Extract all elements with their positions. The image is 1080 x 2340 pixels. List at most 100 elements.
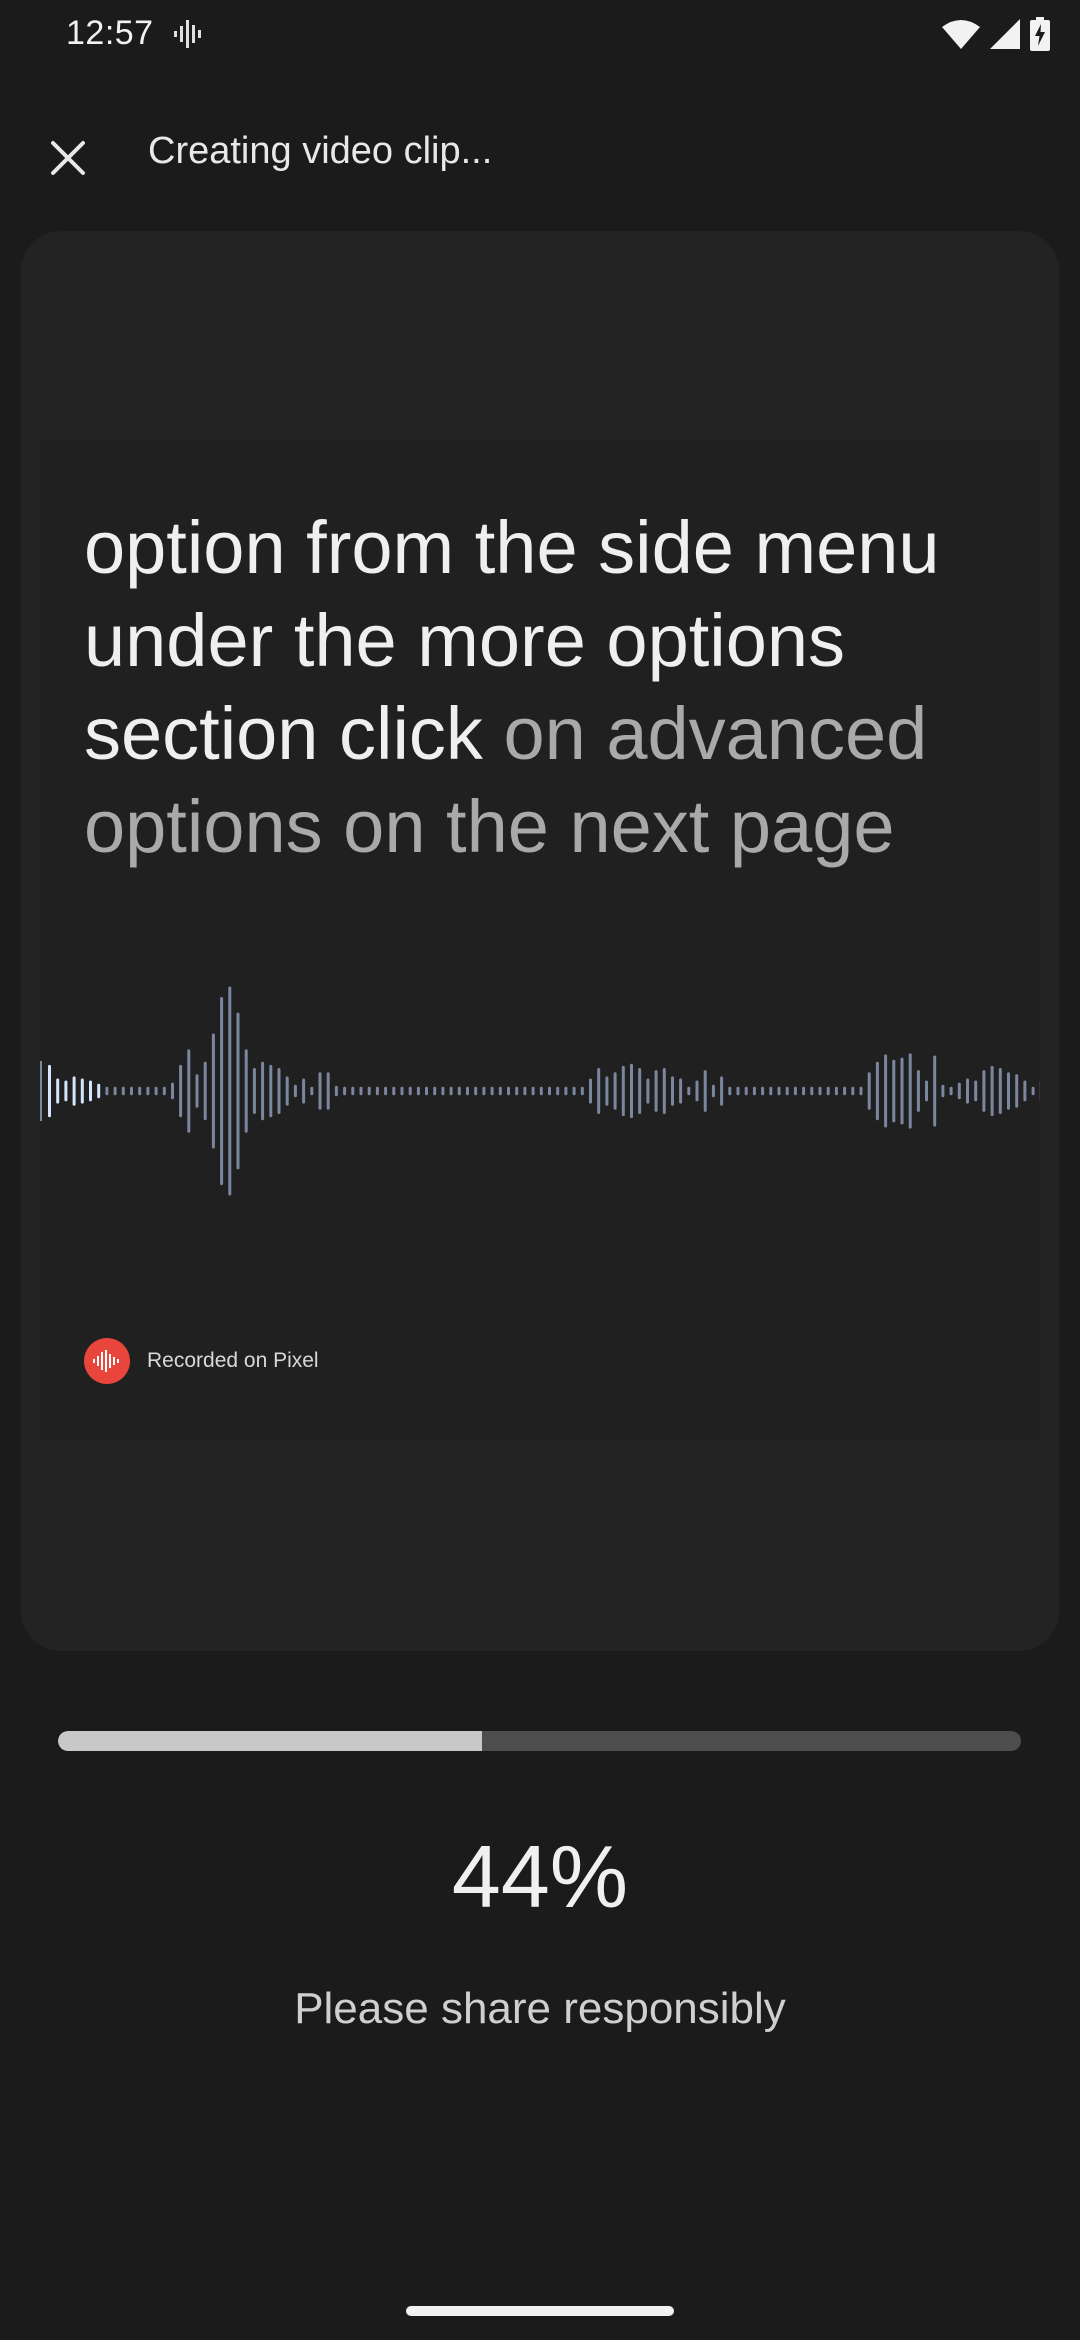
export-progress-bar xyxy=(58,1731,1021,1751)
waveform-bar xyxy=(285,1076,289,1106)
waveform-bar xyxy=(974,1080,978,1102)
waveform-bar xyxy=(252,1068,256,1114)
waveform-bar xyxy=(531,1086,535,1096)
waveform-bar xyxy=(957,1082,961,1100)
waveform-bar xyxy=(671,1076,674,1106)
waveform-bar xyxy=(1015,1074,1019,1108)
waveform-bar xyxy=(293,1084,297,1098)
waveform-bar xyxy=(490,1086,494,1096)
battery-charging-icon xyxy=(1030,17,1050,51)
waveform-bar xyxy=(711,1084,715,1098)
waveform-bar xyxy=(146,1086,150,1096)
waveform-bar xyxy=(138,1086,142,1096)
waveform-bar xyxy=(351,1086,355,1096)
waveform-bar xyxy=(761,1086,765,1096)
waveform-bar xyxy=(211,1033,215,1149)
waveform-bar xyxy=(228,986,232,1196)
waveform-bar xyxy=(326,1072,330,1110)
waveform-bar xyxy=(171,1082,174,1100)
gesture-navigation-bar[interactable] xyxy=(406,2306,674,2316)
audio-waveform xyxy=(40,986,1040,1196)
waveform-bar xyxy=(539,1086,543,1096)
waveform-bar xyxy=(925,1080,928,1102)
waveform-bar xyxy=(605,1076,609,1106)
waveform-bar xyxy=(933,1055,937,1127)
waveform-bar xyxy=(310,1086,314,1096)
waveform-bar xyxy=(589,1078,592,1104)
waveform-bar xyxy=(916,1070,920,1112)
waveform-bar xyxy=(433,1086,437,1096)
waveform-bar xyxy=(392,1086,396,1096)
waveform-bar xyxy=(416,1086,420,1096)
waveform-bar xyxy=(441,1086,445,1096)
waveform-bar xyxy=(949,1086,953,1096)
waveform-bar xyxy=(695,1080,699,1102)
waveform-bar xyxy=(318,1072,322,1110)
waveform-bar xyxy=(408,1086,412,1096)
waveform-bar xyxy=(982,1070,986,1112)
waveform-bar xyxy=(195,1074,199,1108)
waveform-bar xyxy=(113,1086,117,1096)
close-icon xyxy=(51,141,85,175)
waveform-bar xyxy=(449,1086,453,1096)
waveform-bar xyxy=(89,1080,92,1102)
waveform-bar xyxy=(375,1086,379,1096)
waveform-bar xyxy=(64,1080,68,1102)
waveform-bar xyxy=(187,1049,191,1133)
waveform-bar xyxy=(613,1072,617,1110)
waveform-bar xyxy=(908,1053,912,1129)
waveform-bar xyxy=(56,1078,60,1104)
status-time: 12:57 xyxy=(66,14,154,52)
waveform-bar xyxy=(572,1086,576,1096)
waveform-bar xyxy=(654,1070,658,1112)
waveform-bar xyxy=(121,1086,125,1096)
share-responsibly-note: Please share responsibly xyxy=(294,1984,786,2033)
transcript-text: option from the side menu under the more… xyxy=(84,501,1014,873)
waveform-bar xyxy=(580,1086,584,1096)
waveform-bar xyxy=(843,1086,847,1096)
waveform-bar xyxy=(679,1078,683,1104)
recorder-waveform-icon xyxy=(174,20,201,48)
waveform-bar xyxy=(457,1086,461,1096)
waveform-bar xyxy=(548,1086,551,1096)
waveform-bar xyxy=(507,1086,510,1096)
waveform-bar xyxy=(703,1070,707,1112)
brand-row: Recorded on Pixel xyxy=(84,1338,319,1384)
waveform-bar xyxy=(564,1086,568,1096)
waveform-bar xyxy=(130,1086,133,1096)
close-button[interactable] xyxy=(30,120,106,196)
waveform-bar xyxy=(834,1086,838,1096)
waveform-bar xyxy=(425,1086,428,1096)
waveform-bar xyxy=(1007,1072,1010,1110)
waveform-bar xyxy=(515,1086,519,1096)
waveform-bar xyxy=(1023,1080,1027,1102)
waveform-bar xyxy=(785,1086,789,1096)
waveform-bar xyxy=(638,1068,642,1114)
waveform-bar xyxy=(687,1086,691,1096)
top-app-bar: Creating video clip... xyxy=(0,110,1080,194)
cell-signal-icon xyxy=(990,19,1020,49)
waveform-bar xyxy=(802,1086,806,1096)
waveform-bar xyxy=(80,1078,84,1104)
waveform-bar xyxy=(941,1084,945,1098)
waveform-bar xyxy=(203,1061,207,1121)
waveform-bar xyxy=(793,1086,797,1096)
waveform-bar xyxy=(851,1086,855,1096)
waveform-bar xyxy=(769,1086,773,1096)
export-progress-fill xyxy=(58,1731,482,1751)
waveform-bar xyxy=(220,997,224,1186)
waveform-bar xyxy=(892,1059,896,1123)
waveform-bar xyxy=(736,1086,740,1096)
waveform-bar xyxy=(867,1072,871,1110)
waveform-bar xyxy=(482,1086,486,1096)
waveform-bar xyxy=(720,1076,724,1106)
waveform-bar xyxy=(244,1049,248,1133)
waveform-bar xyxy=(48,1064,51,1118)
waveform-bar xyxy=(400,1086,404,1096)
waveform-bar xyxy=(826,1086,830,1096)
waveform-bar xyxy=(277,1068,281,1114)
waveform-bar xyxy=(990,1065,994,1117)
progress-percent: 44% xyxy=(451,1827,629,1926)
waveform-bar xyxy=(162,1086,166,1096)
waveform-bar xyxy=(72,1076,76,1106)
